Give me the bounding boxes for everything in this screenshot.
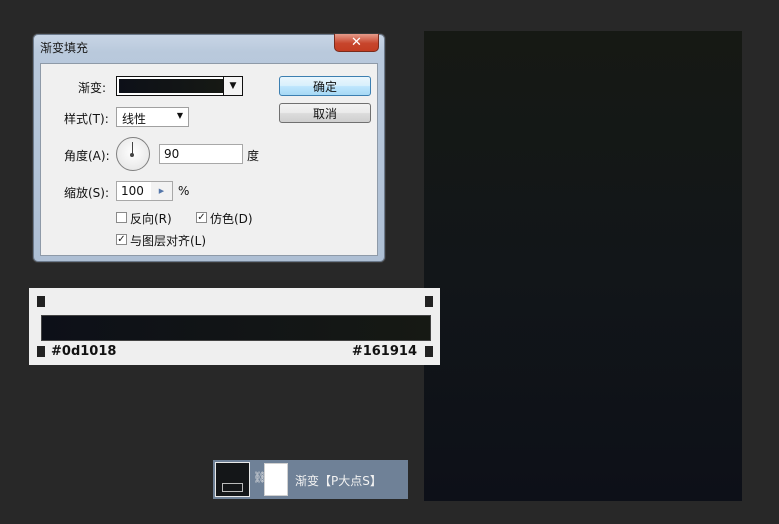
scale-label: 缩放(S): [64, 186, 110, 200]
gradient-editor: #0d1018 #161914 [29, 288, 440, 365]
opacity-stop-left[interactable] [37, 296, 45, 307]
color-stop-left[interactable] [37, 346, 45, 357]
align-layer-label: 与图层对齐(L) [130, 234, 207, 248]
gradient-fill-icon [222, 483, 243, 492]
reverse-checkbox[interactable] [116, 212, 127, 223]
chevron-down-icon: ▼ [176, 111, 183, 120]
opacity-stop-right[interactable] [425, 296, 433, 307]
layer-name[interactable]: 渐变【P大点S】 [295, 472, 382, 489]
align-layer-checkbox[interactable]: ✓ [116, 234, 127, 245]
style-value: 线性 [122, 112, 147, 126]
dialog-title: 渐变填充 [40, 41, 89, 55]
gradient-picker[interactable]: ▼ [116, 76, 243, 96]
fill-layer-thumbnail[interactable] [215, 462, 250, 497]
close-button[interactable]: ✕ [334, 34, 379, 52]
angle-unit: 度 [247, 149, 260, 163]
ok-button[interactable]: 确定 [279, 76, 371, 96]
angle-label: 角度(A): [64, 149, 110, 163]
dither-label: 仿色(D) [210, 212, 253, 226]
style-label: 样式(T): [64, 112, 109, 126]
layer-row[interactable]: ⛓ 渐变【P大点S】 [213, 460, 408, 499]
scale-unit: % [178, 184, 190, 198]
angle-center-icon [130, 153, 134, 157]
angle-input[interactable] [159, 144, 243, 164]
style-select[interactable]: 线性 ▼ [116, 107, 189, 127]
reverse-label: 反向(R) [130, 212, 172, 226]
color-stop-right[interactable] [425, 346, 433, 357]
chevron-down-icon[interactable]: ▼ [223, 77, 242, 95]
dither-checkbox[interactable]: ✓ [196, 212, 207, 223]
layer-mask-thumbnail[interactable] [264, 463, 288, 496]
scale-input[interactable] [116, 181, 152, 201]
gradient-label: 渐变: [78, 81, 107, 95]
scale-spin-button[interactable]: ▶ [151, 181, 173, 201]
left-color-hex: #0d1018 [51, 344, 117, 359]
right-color-hex: #161914 [351, 344, 417, 359]
cancel-button[interactable]: 取消 [279, 103, 371, 123]
link-icon[interactable]: ⛓ [253, 471, 267, 487]
document-canvas[interactable] [424, 31, 742, 501]
dialog-body: 渐变: ▼ 确定 取消 样式(T): 线性 ▼ 角度(A): 度 缩放(S): … [40, 63, 378, 256]
gradient-fill-dialog: 渐变填充 ✕ 渐变: ▼ 确定 取消 样式(T): 线性 ▼ 角度(A): 度 … [32, 33, 386, 263]
angle-dial[interactable] [116, 137, 150, 171]
gradient-bar[interactable] [41, 315, 431, 341]
gradient-swatch [119, 79, 223, 93]
